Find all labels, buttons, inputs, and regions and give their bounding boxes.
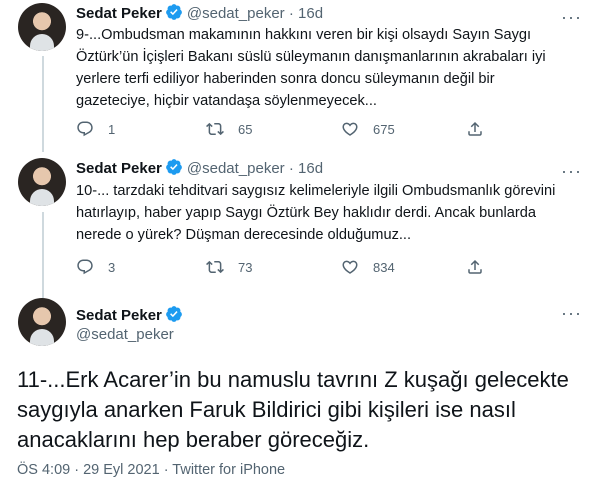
thread-line — [42, 212, 44, 298]
tweet-10[interactable]: Sedat Peker @sedat_peker · 16d ··· 10-...… — [0, 150, 596, 298]
timestamp[interactable]: 16d — [298, 160, 323, 177]
more-options-icon[interactable]: ··· — [561, 162, 582, 180]
reply-button[interactable]: 1 — [76, 119, 115, 139]
tweet-header: Sedat Peker @sedat_peker · 16d — [76, 3, 323, 24]
tweet-text: 9-...Ombudsman makamının hakkını veren b… — [76, 27, 546, 109]
reply-button[interactable]: 3 — [76, 257, 115, 277]
tweet-meta[interactable]: ÖS 4:09 · 29 Eyl 2021 · Twitter for iPho… — [17, 460, 285, 480]
separator-dot: · — [288, 160, 294, 177]
timestamp[interactable]: 16d — [298, 5, 323, 22]
verified-badge-icon — [166, 4, 182, 20]
avatar[interactable] — [18, 3, 66, 51]
like-button[interactable]: 675 — [341, 119, 395, 139]
author-handle[interactable]: @sedat_peker — [76, 325, 174, 345]
author-name[interactable]: Sedat Peker — [76, 307, 162, 324]
retweet-button[interactable]: 73 — [206, 257, 252, 277]
thread-line — [42, 56, 44, 152]
author-handle[interactable]: @sedat_peker — [187, 160, 285, 177]
tweet-text: 10-... tarzdaki tehditvari saygısız keli… — [76, 183, 556, 243]
avatar[interactable] — [18, 298, 66, 346]
more-options-icon[interactable]: ··· — [561, 304, 582, 322]
tweet-actions: 3 73 834 — [76, 257, 486, 277]
reply-icon — [77, 259, 93, 275]
like-count: 834 — [373, 259, 395, 275]
author-handle[interactable]: @sedat_peker — [187, 5, 285, 22]
tweet-header: Sedat Peker — [76, 305, 187, 326]
retweet-count: 73 — [238, 259, 253, 275]
avatar[interactable] — [18, 158, 66, 206]
verified-badge-icon — [166, 306, 182, 322]
tweet-actions: 1 65 675 — [76, 119, 486, 139]
more-options-icon[interactable]: ··· — [561, 8, 582, 26]
retweet-button[interactable]: 65 — [206, 119, 252, 139]
share-button[interactable] — [466, 119, 484, 139]
author-name[interactable]: Sedat Peker — [76, 160, 162, 177]
reply-count: 1 — [108, 121, 116, 137]
author-name[interactable]: Sedat Peker — [76, 5, 162, 22]
share-button[interactable] — [466, 257, 484, 277]
separator-dot: · — [288, 5, 294, 22]
reply-count: 3 — [108, 259, 116, 275]
like-count: 675 — [373, 121, 395, 137]
tweet-9[interactable]: Sedat Peker @sedat_peker · 16d ··· 9-...O… — [0, 0, 596, 152]
reply-icon — [77, 121, 93, 137]
like-icon — [342, 260, 358, 274]
tweet-text: 11-...Erk Acarer’in bu namuslu tavrını Z… — [17, 367, 569, 452]
retweet-icon — [206, 122, 224, 136]
share-icon — [468, 121, 482, 136]
like-button[interactable]: 834 — [341, 257, 395, 277]
share-icon — [468, 259, 482, 274]
retweet-count: 65 — [238, 121, 253, 137]
verified-badge-icon — [166, 159, 182, 175]
tweet-header: Sedat Peker @sedat_peker · 16d — [76, 158, 323, 179]
retweet-icon — [206, 260, 224, 274]
like-icon — [342, 122, 358, 136]
